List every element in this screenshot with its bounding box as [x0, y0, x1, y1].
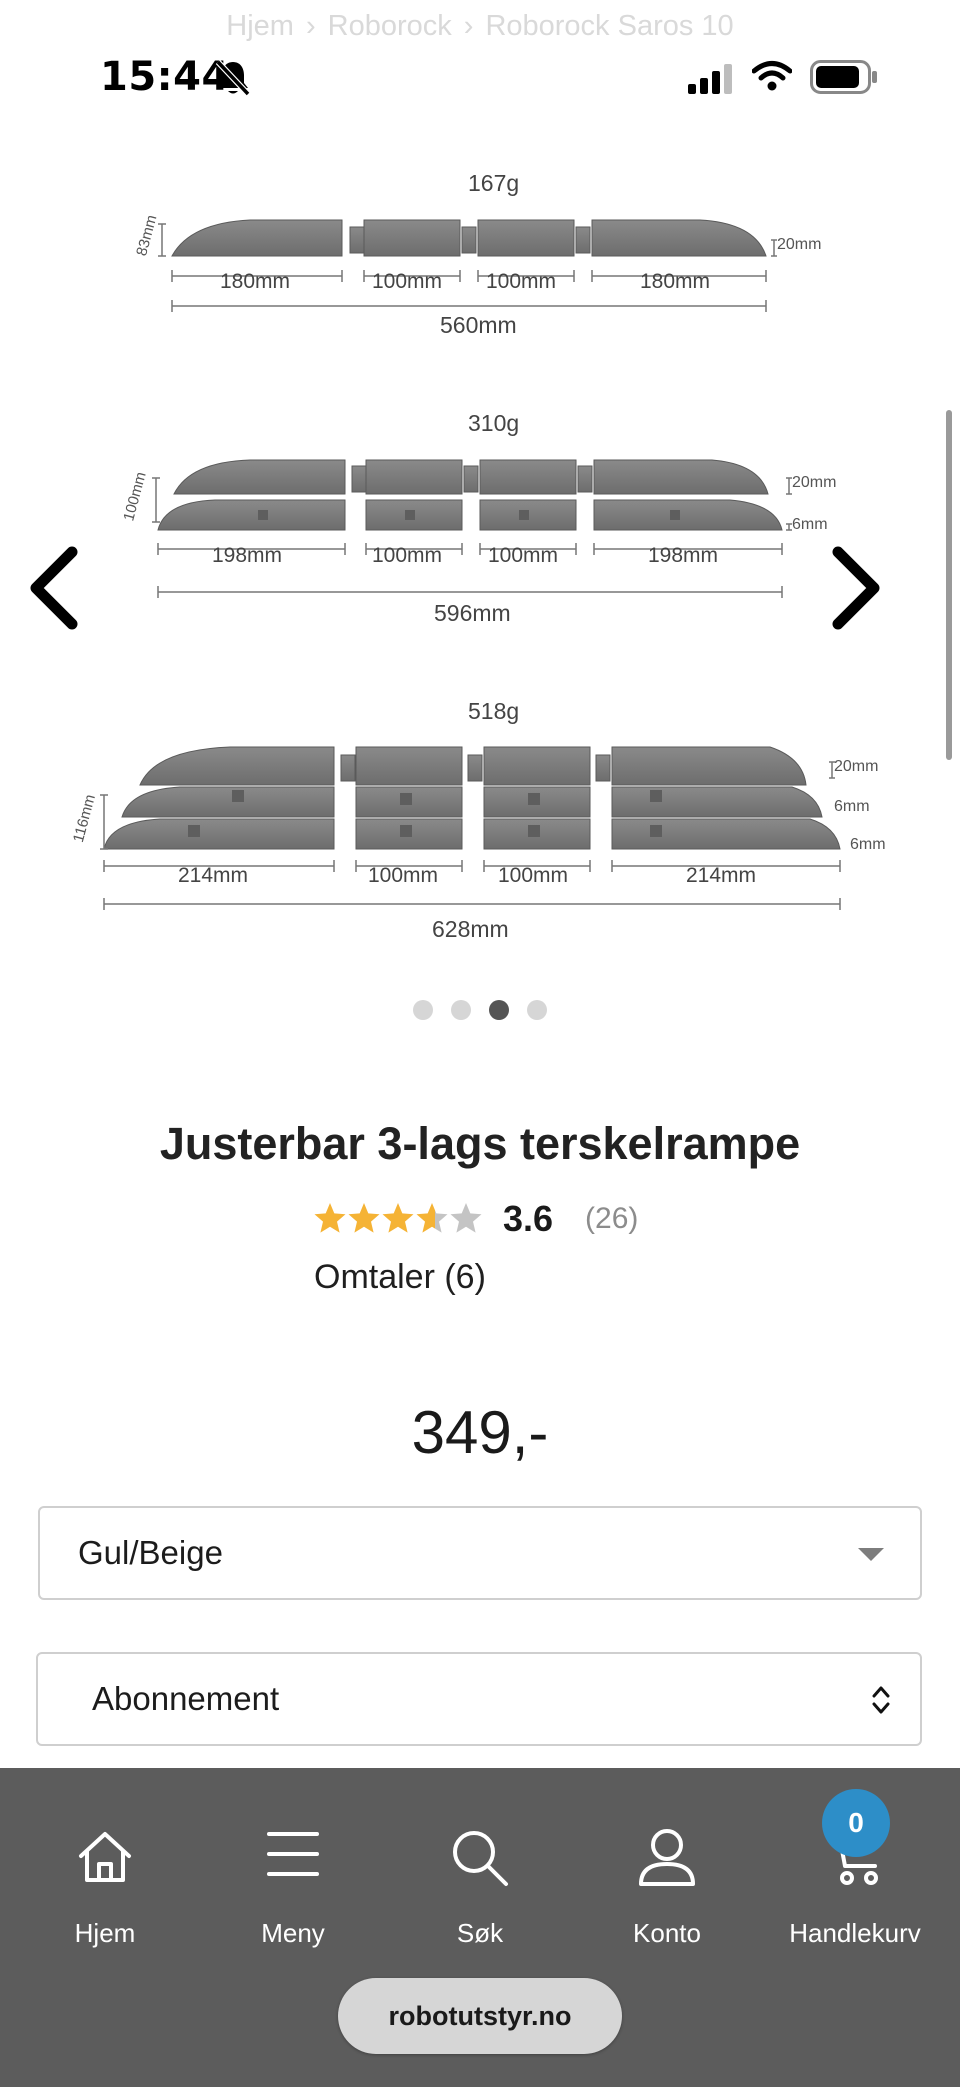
rating-count: (26): [585, 1202, 639, 1235]
ramp-1-thickness-top: 20mm: [777, 236, 822, 253]
product-rating[interactable]: 3.6 (26): [313, 1197, 638, 1241]
menu-icon: [267, 1832, 319, 1876]
ramp-3-thickness-top: 20mm: [834, 758, 879, 775]
color-select-value: Gul/Beige: [78, 1534, 223, 1571]
breadcrumb: Hjem › Roborock › Roborock Saros 10: [226, 10, 734, 42]
gallery-pagination: [0, 1000, 960, 1025]
nav-search-label: Søk: [456, 1918, 504, 1948]
nav-menu-label: Meny: [261, 1918, 325, 1948]
search-icon: [453, 1831, 508, 1886]
user-icon: [639, 1829, 695, 1886]
purchase-type-value: Abonnement: [92, 1680, 280, 1717]
ramp-2-weight: 310g: [468, 410, 520, 436]
home-icon: [79, 1832, 131, 1882]
nav-cart-label: Handlekurv: [789, 1918, 921, 1948]
ramp-3-segment-2: 100mm: [368, 864, 439, 887]
product-price: 349,-: [411, 1399, 549, 1466]
chevron-down-icon: [858, 1548, 884, 1561]
ramp-2-segment-2: 100mm: [372, 544, 443, 567]
ramp-3-segment-1: 214mm: [178, 864, 249, 887]
nav-menu[interactable]: Meny: [208, 1808, 378, 1948]
cart-count-badge[interactable]: 0: [822, 1789, 890, 1857]
gallery-next-button[interactable]: [818, 538, 888, 638]
ramp-1-segment-2: 100mm: [372, 270, 443, 293]
ramp-3-weight: 518g: [468, 698, 520, 724]
gallery-dot-active[interactable]: [489, 1000, 509, 1020]
ramp-3-segment-3: 100mm: [498, 864, 569, 887]
purchase-type-select[interactable]: Abonnement: [36, 1652, 922, 1746]
chevron-left-icon: [30, 546, 78, 630]
nav-account[interactable]: Konto: [582, 1808, 752, 1948]
ramp-2-total: 596mm: [434, 600, 511, 626]
rating-value: 3.6: [503, 1198, 554, 1239]
page-scrollbar[interactable]: [946, 410, 952, 760]
ramp-3-thickness-mid: 6mm: [834, 798, 870, 815]
ramp-3-segment-4: 214mm: [686, 864, 757, 887]
ramp-dimension-diagram: [100, 219, 841, 910]
ramp-3-total: 628mm: [432, 916, 509, 942]
product-title: Justerbar 3-lags terskelrampe: [159, 1118, 801, 1169]
breadcrumb-item[interactable]: Hjem: [226, 10, 294, 42]
gallery-dot[interactable]: [527, 1000, 547, 1020]
ramp-2-segment-3: 100mm: [488, 544, 559, 567]
status-bar: 15:44: [0, 50, 960, 110]
gallery-dot[interactable]: [413, 1000, 433, 1020]
browser-url-bar[interactable]: robotutstyr.no: [338, 1978, 622, 2054]
ramp-1-weight: 167g: [468, 170, 520, 196]
ramp-2-segment-4: 198mm: [648, 544, 719, 567]
clock: 15:44: [100, 54, 230, 100]
breadcrumb-item[interactable]: Roborock: [328, 10, 452, 42]
color-select[interactable]: Gul/Beige: [38, 1506, 922, 1600]
nav-search[interactable]: Søk: [395, 1808, 565, 1948]
nav-home[interactable]: Hjem: [20, 1808, 190, 1948]
ramp-2-segment-1: 198mm: [212, 544, 283, 567]
rating-stars-icon: [314, 1203, 482, 1233]
product-image-gallery[interactable]: 167g 83mm 20mm 180mm 100mm 100mm 180mm 5…: [0, 150, 960, 970]
chevron-right-icon: [832, 546, 880, 630]
ramp-1-segment-4: 180mm: [640, 270, 711, 293]
ramp-1-segment-3: 100mm: [486, 270, 557, 293]
ramp-1-segment-1: 180mm: [220, 270, 291, 293]
signal-icon: [688, 64, 732, 94]
ramp-1-total: 560mm: [440, 312, 517, 338]
updown-chevron-icon: [872, 1686, 890, 1714]
nav-account-label: Konto: [633, 1918, 701, 1948]
gallery-prev-button[interactable]: [22, 538, 92, 638]
ramp-2-thickness-mid: 6mm: [792, 516, 828, 533]
ramp-2-thickness-top: 20mm: [792, 474, 837, 491]
reviews-link[interactable]: Omtaler (6): [314, 1258, 486, 1297]
gallery-dot[interactable]: [451, 1000, 471, 1020]
bell-muted-icon: [215, 59, 251, 97]
wifi-icon: [752, 61, 792, 91]
breadcrumb-item[interactable]: Roborock Saros 10: [485, 10, 733, 42]
nav-home-label: Hjem: [74, 1918, 136, 1948]
battery-icon: [810, 60, 877, 94]
ramp-3-thickness-bottom: 6mm: [850, 836, 886, 853]
